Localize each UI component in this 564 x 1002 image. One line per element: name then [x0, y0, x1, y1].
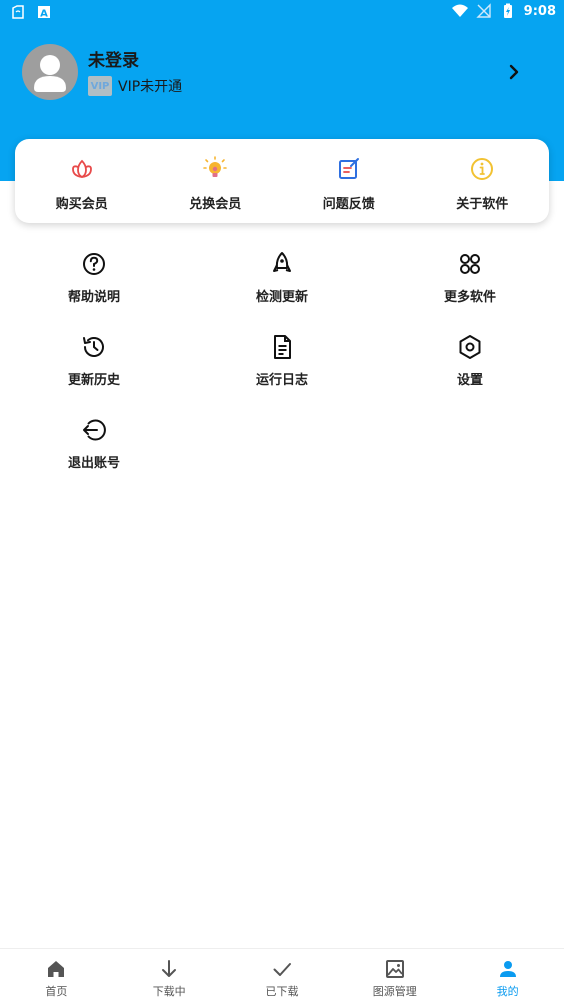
more-apps-button[interactable]: 更多软件: [376, 250, 564, 333]
vip-status-text: VIP未开通: [118, 79, 183, 95]
vip-status-row: VIP VIP未开通: [88, 76, 182, 96]
logout-button[interactable]: 退出账号: [0, 416, 188, 499]
quick-actions-card: 购买会员 兑换会员 问题反馈 关于软件: [15, 139, 549, 223]
check-icon: [273, 963, 291, 976]
menu-grid: 帮助说明 检测更新 更多软件 更新历史 运行日志 设置 退出账号: [0, 250, 564, 499]
more-apps-label: 更多软件: [443, 290, 496, 305]
check-update-label: 检测更新: [255, 290, 308, 305]
feedback-button[interactable]: 问题反馈: [282, 139, 416, 223]
clock: 9:08: [523, 3, 556, 19]
settings-label: 设置: [456, 373, 483, 388]
settings-hexagon-icon: [459, 335, 481, 359]
update-history-button[interactable]: 更新历史: [0, 333, 188, 416]
vip-badge-icon: VIP: [88, 76, 112, 96]
logout-icon: [83, 419, 106, 441]
update-history-label: 更新历史: [67, 373, 120, 388]
run-log-button[interactable]: 运行日志: [188, 333, 376, 416]
apps-icon: [460, 254, 480, 274]
nav-image-sources[interactable]: 图源管理: [338, 949, 451, 1002]
help-circle-icon: [83, 253, 105, 275]
person-avatar-icon: [34, 55, 66, 92]
about-button[interactable]: 关于软件: [416, 139, 550, 223]
edit-note-icon: [338, 158, 359, 179]
chevron-right-icon[interactable]: [504, 62, 524, 82]
nav-downloading-label: 下载中: [152, 985, 186, 998]
redeem-vip-button[interactable]: 兑换会员: [149, 139, 283, 223]
nav-downloaded[interactable]: 已下载: [226, 949, 339, 1002]
profile-row[interactable]: 未登录 VIP VIP未开通: [22, 44, 542, 102]
nav-home[interactable]: 首页: [0, 949, 113, 1002]
nav-downloading[interactable]: 下载中: [113, 949, 226, 1002]
nav-downloaded-label: 已下载: [265, 985, 299, 998]
settings-button[interactable]: 设置: [376, 333, 564, 416]
run-log-label: 运行日志: [255, 373, 308, 388]
status-bar: A 9:08: [0, 0, 564, 24]
document-icon: [274, 335, 291, 359]
person-icon: [499, 961, 516, 977]
download-arrow-icon: [162, 960, 177, 977]
feedback-label: 问题反馈: [322, 197, 375, 212]
redeem-vip-label: 兑换会员: [189, 197, 242, 212]
lotus-icon: [71, 159, 92, 179]
nav-image-sources-label: 图源管理: [372, 985, 417, 998]
image-icon: [385, 960, 404, 978]
help-button[interactable]: 帮助说明: [0, 250, 188, 333]
app-a-icon: A: [38, 6, 50, 20]
nav-home-label: 首页: [45, 985, 68, 998]
notification-icon: [12, 5, 24, 19]
avatar[interactable]: [22, 44, 78, 100]
svg-text:A: A: [40, 9, 48, 20]
no-signal-icon: [475, 3, 491, 18]
about-label: 关于软件: [456, 197, 509, 212]
username: 未登录: [88, 51, 139, 71]
nav-mine[interactable]: 我的: [451, 949, 564, 1002]
logout-label: 退出账号: [67, 456, 120, 471]
lightbulb-icon: [203, 156, 228, 177]
check-update-button[interactable]: 检测更新: [188, 250, 376, 333]
buy-vip-label: 购买会员: [55, 197, 108, 212]
info-icon: [471, 158, 494, 180]
bottom-navigation: 首页 下载中 已下载 图源管理 我的: [0, 948, 564, 1002]
home-icon: [48, 961, 65, 977]
rocket-icon: [273, 252, 291, 272]
battery-charging-icon: [503, 3, 512, 18]
nav-mine-label: 我的: [496, 985, 519, 998]
history-icon: [83, 337, 104, 357]
wifi-icon: [451, 4, 468, 17]
help-label: 帮助说明: [67, 290, 120, 305]
buy-vip-button[interactable]: 购买会员: [15, 139, 149, 223]
